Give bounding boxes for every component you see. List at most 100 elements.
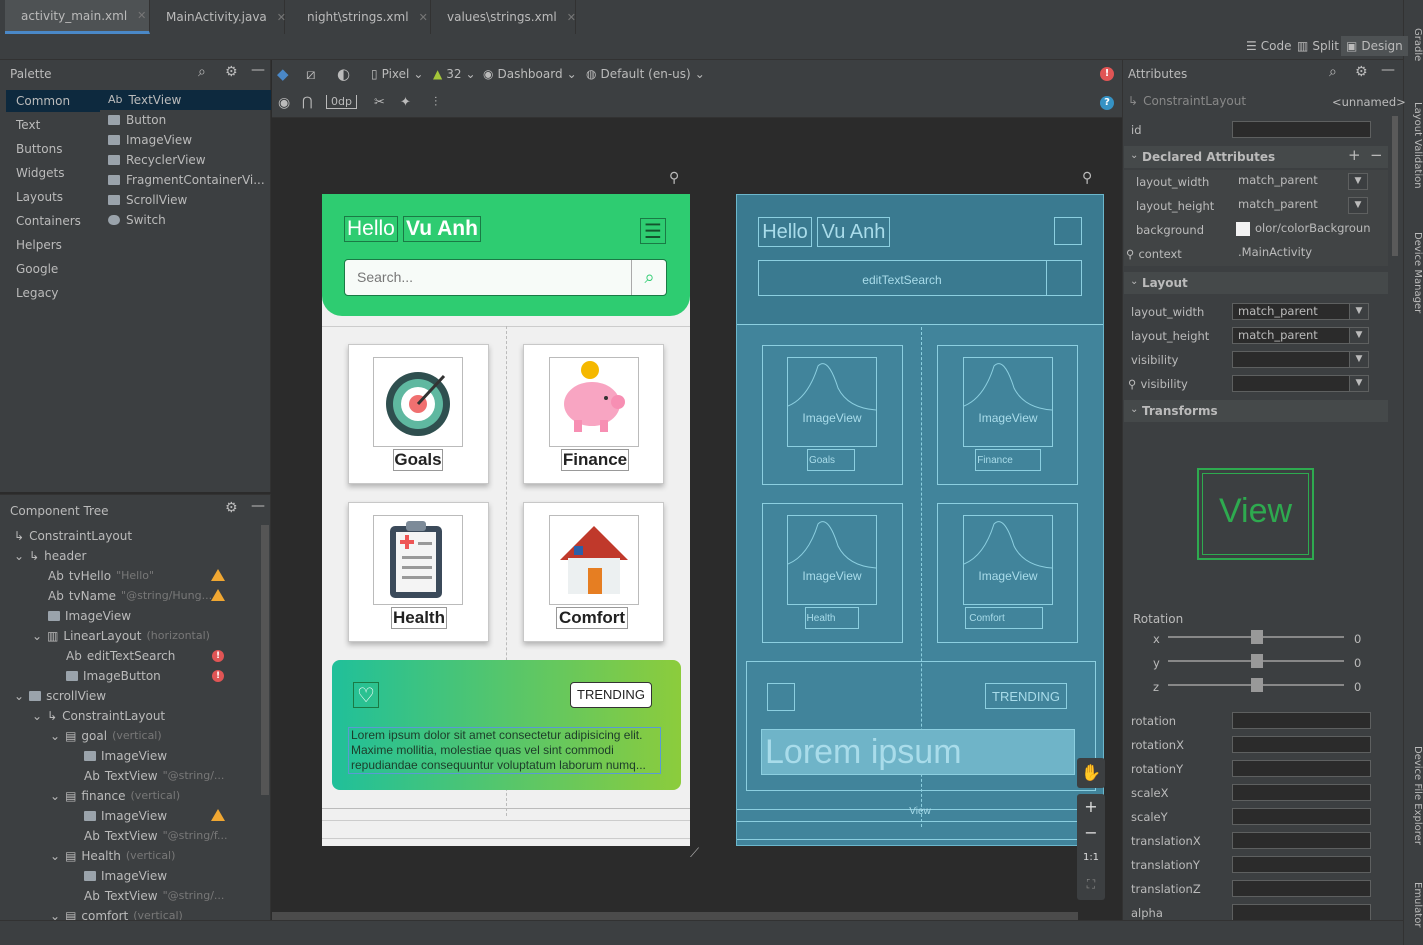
chevron-down-icon[interactable]: ⌄	[32, 626, 42, 646]
chevron-down-icon[interactable]: ⌄	[50, 726, 60, 746]
gear-icon[interactable]: ⚙	[1355, 64, 1368, 80]
chevron-down-icon[interactable]: ⌄	[1130, 150, 1138, 161]
palette-category-common[interactable]: Common	[6, 90, 100, 112]
guidelines-icon[interactable]: ⫶	[434, 95, 437, 110]
tree-row[interactable]: ⌄ scrollView	[14, 686, 106, 706]
tree-row[interactable]: ↳ ConstraintLayout	[14, 526, 132, 546]
chevron-down-icon[interactable]: ⌄	[50, 786, 60, 806]
scale-y-input[interactable]	[1232, 808, 1371, 825]
palette-category-helpers[interactable]: Helpers	[6, 234, 100, 256]
tree-row[interactable]: ⌄ ↳ ConstraintLayout	[32, 706, 165, 726]
remove-attribute-icon[interactable]: −	[1370, 146, 1383, 164]
palette-category-widgets[interactable]: Widgets	[6, 162, 100, 184]
magnet-icon[interactable]: ⋂	[302, 95, 313, 110]
slider-thumb[interactable]	[1251, 654, 1263, 668]
color-swatch[interactable]	[1236, 222, 1250, 236]
palette-category-containers[interactable]: Containers	[6, 210, 100, 232]
tab-night-strings[interactable]: night\strings.xml ✕	[291, 0, 431, 34]
slider-thumb[interactable]	[1251, 678, 1263, 692]
tree-row[interactable]: ImageButton	[66, 666, 161, 686]
add-attribute-icon[interactable]: +	[1348, 146, 1361, 164]
api-selector[interactable]: ▲ 32 ⌄	[433, 67, 476, 81]
chevron-down-icon[interactable]: ⌄	[14, 686, 24, 706]
wrench-icon[interactable]: ⚲	[669, 170, 679, 186]
palette-item-button[interactable]: Button	[108, 110, 166, 130]
scale-x-input[interactable]	[1232, 784, 1371, 801]
close-icon[interactable]: ✕	[277, 11, 286, 24]
attr-value[interactable]: match_parent	[1232, 327, 1350, 344]
layout-validation-tab[interactable]: Layout Validation	[1403, 95, 1423, 195]
chevron-down-icon[interactable]: ▼	[1349, 327, 1369, 344]
blueprint-phone[interactable]: Hello Vu Anh editTextSearch ImageView Go…	[736, 194, 1104, 846]
tree-row[interactable]: ⌄ ▤ Health (vertical)	[50, 846, 175, 866]
error-icon[interactable]: !	[212, 670, 224, 682]
layers-icon[interactable]: ◆	[277, 65, 289, 83]
palette-category-google[interactable]: Google	[6, 258, 100, 280]
trending-card[interactable]: ♡ TRENDING Lorem ipsum dolor sit amet co…	[332, 660, 681, 790]
translation-z-input[interactable]	[1232, 880, 1371, 897]
transforms-header[interactable]: Transforms	[1124, 400, 1388, 422]
night-mode-icon[interactable]: ◐	[337, 65, 350, 83]
device-selector[interactable]: ▯ Pixel ⌄	[371, 67, 423, 81]
tree-row[interactable]: ImageView	[48, 606, 131, 626]
header[interactable]	[322, 194, 690, 316]
comfort-card[interactable]: Comfort	[523, 502, 664, 642]
default-margin-button[interactable]: 0dp	[326, 95, 357, 109]
attr-value[interactable]: match_parent	[1233, 173, 1349, 190]
finance-card[interactable]: Finance	[523, 344, 664, 484]
chevron-down-icon[interactable]: ⌄	[14, 546, 24, 566]
tree-row[interactable]: ImageView	[84, 866, 167, 886]
chevron-down-icon[interactable]: ▼	[1348, 197, 1368, 214]
tab-main-activity[interactable]: MainActivity.java ✕	[150, 0, 286, 34]
tree-row[interactable]: Ab TextView "@string/f...	[84, 826, 227, 846]
minimize-icon[interactable]: —	[251, 498, 265, 514]
error-icon[interactable]: !	[212, 650, 224, 662]
tree-row[interactable]: Ab editTextSearch	[66, 646, 175, 666]
goals-card[interactable]: Goals	[348, 344, 489, 484]
tree-row[interactable]: Ab tvName "@string/Hung...	[48, 586, 212, 606]
search-box[interactable]: Search... ⌕	[344, 259, 667, 296]
palette-category-buttons[interactable]: Buttons	[6, 138, 100, 160]
zoom-out-icon[interactable]: −	[1077, 823, 1105, 842]
id-input[interactable]	[1232, 121, 1371, 138]
menu-icon[interactable]: ☰	[640, 218, 666, 244]
alpha-input[interactable]	[1232, 904, 1371, 921]
device-manager-tab[interactable]: Device Manager	[1403, 225, 1423, 320]
tab-activity-main[interactable]: activity_main.xml ✕	[5, 0, 150, 34]
chevron-down-icon[interactable]: ⌄	[50, 846, 60, 866]
theme-selector[interactable]: ◉ Dashboard ⌄	[483, 67, 577, 81]
infer-constraints-icon[interactable]: ✦	[400, 95, 411, 110]
palette-category-legacy[interactable]: Legacy	[6, 282, 100, 304]
zoom-in-icon[interactable]: +	[1077, 797, 1105, 816]
attr-value[interactable]: .MainActivity	[1233, 245, 1373, 262]
chevron-down-icon[interactable]: ⌄	[1130, 276, 1138, 287]
attr-value[interactable]	[1232, 351, 1350, 368]
tree-row[interactable]: ⌄ ▤ goal (vertical)	[50, 726, 162, 746]
trending-badge[interactable]: TRENDING	[570, 682, 652, 708]
palette-category-layouts[interactable]: Layouts	[6, 186, 100, 208]
emulator-tab[interactable]: Emulator	[1403, 875, 1423, 935]
tree-row[interactable]: Ab TextView "@string/...	[84, 766, 224, 786]
tree-row[interactable]: ⌄ ▤ finance (vertical)	[50, 786, 180, 806]
chevron-down-icon[interactable]: ▼	[1349, 375, 1369, 392]
health-card[interactable]: Health	[348, 502, 489, 642]
warning-icon[interactable]	[211, 569, 225, 581]
device-file-explorer-tab[interactable]: Device File Explorer	[1403, 740, 1423, 850]
attr-value[interactable]: olor/colorBackground	[1250, 221, 1370, 238]
eye-icon[interactable]: ◉	[278, 95, 290, 111]
minimize-icon[interactable]: —	[251, 62, 265, 78]
pan-hand-icon[interactable]: ✋	[1077, 758, 1105, 788]
code-mode-button[interactable]: ☰ Code	[1246, 39, 1292, 53]
wrench-icon[interactable]: ⚲	[1082, 170, 1092, 186]
tab-values-strings[interactable]: values\strings.xml ✕	[431, 0, 576, 34]
tree-row[interactable]: Ab TextView "@string/...	[84, 886, 224, 906]
palette-category-text[interactable]: Text	[6, 114, 100, 136]
attr-value[interactable]	[1232, 375, 1350, 392]
slider-thumb[interactable]	[1251, 630, 1263, 644]
close-icon[interactable]: ✕	[567, 11, 576, 24]
attributes-scrollbar[interactable]	[1392, 116, 1398, 256]
search-icon[interactable]: ⌕	[198, 64, 206, 80]
locale-selector[interactable]: ◍ Default (en-us) ⌄	[586, 67, 705, 81]
attr-value[interactable]: match_parent	[1232, 303, 1350, 320]
heart-icon[interactable]: ♡	[353, 682, 379, 708]
